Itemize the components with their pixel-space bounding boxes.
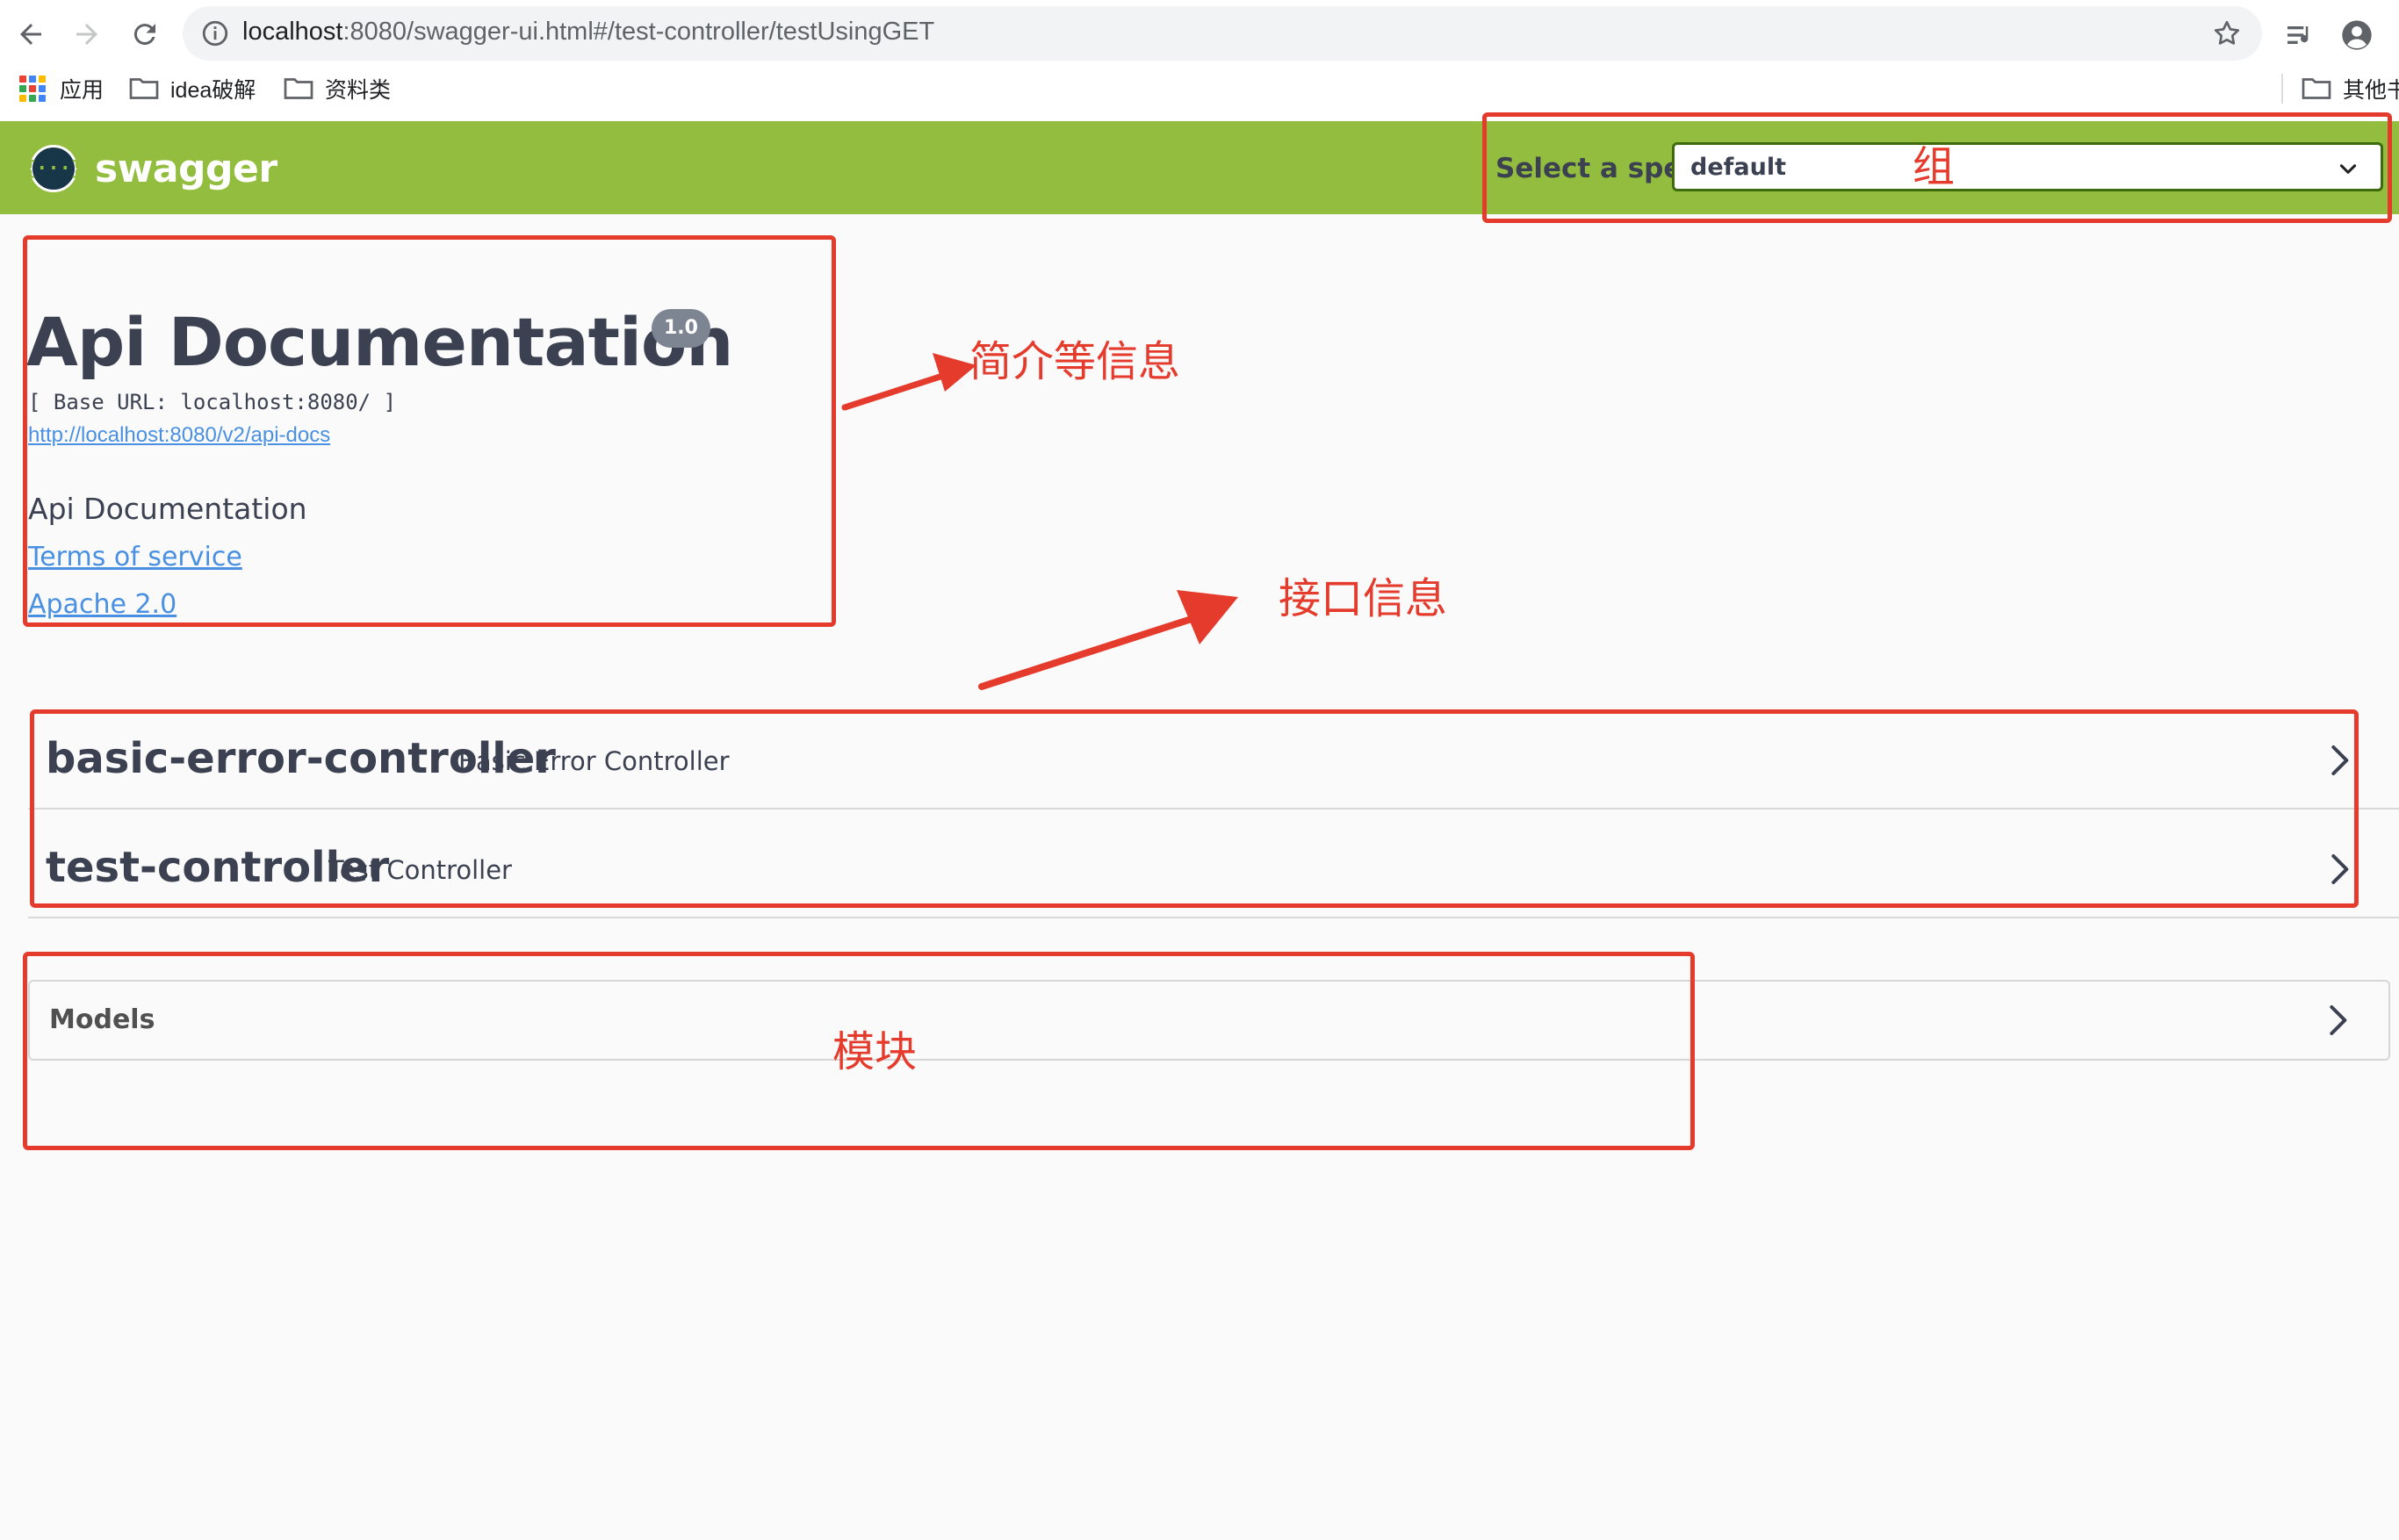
bookmark-star-icon[interactable]: [2211, 18, 2243, 49]
profile-avatar-icon[interactable]: [2339, 18, 2374, 53]
annotation-box-intro: [23, 235, 836, 627]
forward-button[interactable]: [68, 16, 105, 53]
annotation-label-interfaces: 接口信息: [1279, 574, 1448, 623]
swagger-logo[interactable]: {···} swagger: [25, 145, 277, 192]
annotation-arrow-interfaces: [978, 590, 1238, 690]
media-queue-icon[interactable]: [2283, 18, 2318, 53]
apps-grid-icon: [19, 76, 46, 102]
annotation-label-module: 模块: [832, 1027, 918, 1076]
bookmark-idea[interactable]: idea破解: [128, 74, 256, 104]
bookmark-label: 资料类: [325, 78, 392, 103]
bookmark-label: idea破解: [170, 78, 256, 103]
info-icon[interactable]: [200, 18, 230, 48]
bookmarks-bar: 应用 idea破解 资料类 其他书: [0, 67, 2399, 111]
bookmark-apps[interactable]: 应用: [19, 74, 104, 104]
annotation-label-intro: 简介等信息: [969, 337, 1181, 386]
back-button[interactable]: [12, 16, 49, 53]
annotation-arrow-intro: [841, 353, 976, 411]
folder-icon: [284, 78, 313, 99]
browser-toolbar: localhost:8080/swagger-ui.html#/test-con…: [0, 0, 2399, 121]
annotation-box-interfaces: [30, 709, 2359, 908]
address-bar[interactable]: localhost:8080/swagger-ui.html#/test-con…: [183, 6, 2262, 61]
bookmark-other[interactable]: 其他书: [2301, 74, 2399, 104]
annotation-label-group: 组: [1913, 142, 1956, 191]
reload-icon: [133, 24, 155, 46]
folder-icon: [129, 78, 159, 99]
swagger-logo-text: swagger: [95, 146, 277, 191]
bookmark-label: 应用: [60, 78, 104, 103]
chevron-right-icon[interactable]: [2320, 1003, 2355, 1038]
url-text[interactable]: localhost:8080/swagger-ui.html#/test-con…: [242, 18, 934, 47]
reload-button[interactable]: [126, 16, 163, 53]
bookmarks-divider: [2281, 74, 2283, 104]
url-path: :8080/swagger-ui.html#/test-controller/t…: [342, 18, 935, 46]
swagger-logo-icon: {···}: [25, 145, 83, 192]
url-host: localhost: [242, 18, 343, 46]
arrow-left-icon: [20, 24, 41, 45]
folder-icon: [2302, 78, 2331, 99]
bookmark-materials[interactable]: 资料类: [283, 74, 391, 104]
bookmark-label: 其他书: [2343, 78, 2399, 103]
arrow-right-icon: [76, 24, 97, 45]
